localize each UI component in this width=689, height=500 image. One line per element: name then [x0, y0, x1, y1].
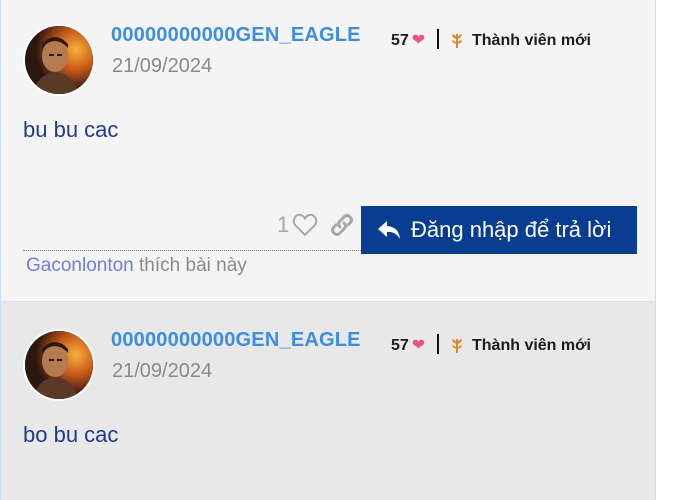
separator [437, 334, 439, 354]
post-2: 00000000000GEN_EAGLE 57 ❤ Thành viên mới … [0, 302, 656, 500]
like-total: 57 ❤ [391, 335, 425, 355]
username-link[interactable]: 00000000000GEN_EAGLE [111, 24, 361, 47]
like-total: 57 ❤ [391, 30, 425, 50]
post-date[interactable]: 21/09/2024 [112, 55, 212, 78]
post-1: 00000000000GEN_EAGLE 57 ❤ Thành viên mới … [0, 0, 656, 302]
separator [437, 29, 439, 49]
username-link[interactable]: 00000000000GEN_EAGLE [111, 329, 361, 352]
post-date[interactable]: 21/09/2024 [112, 360, 212, 383]
likers-line: Gaconlonton thích bài này [26, 255, 247, 277]
heart-icon: ❤ [411, 337, 426, 354]
like-total-value: 57 [391, 32, 409, 49]
likers-divider [23, 250, 361, 251]
avatar-image [25, 26, 93, 94]
liked-text: thích bài này [139, 255, 247, 276]
like-count: 1 [277, 212, 290, 237]
post-content: bu bu cac [23, 117, 119, 142]
avatar-image [25, 331, 93, 399]
reply-arrow-icon [378, 221, 400, 239]
post-content: bo bu cac [23, 422, 119, 447]
like-total-value: 57 [391, 337, 409, 354]
login-to-reply-button[interactable]: Đăng nhập để trả lời [361, 206, 637, 254]
link-icon[interactable] [329, 212, 355, 238]
member-rank: Thành viên mới [472, 337, 591, 354]
avatar[interactable] [25, 26, 93, 94]
avatar[interactable] [25, 331, 93, 399]
rank-sprout-icon [452, 339, 462, 353]
reply-button-label: Đăng nhập để trả lời [411, 217, 612, 242]
rank-sprout-icon [452, 34, 462, 48]
liker-link[interactable]: Gaconlonton [26, 255, 134, 276]
like-heart-outline-icon[interactable] [292, 213, 318, 237]
member-rank: Thành viên mới [472, 32, 591, 49]
heart-icon: ❤ [411, 32, 426, 49]
